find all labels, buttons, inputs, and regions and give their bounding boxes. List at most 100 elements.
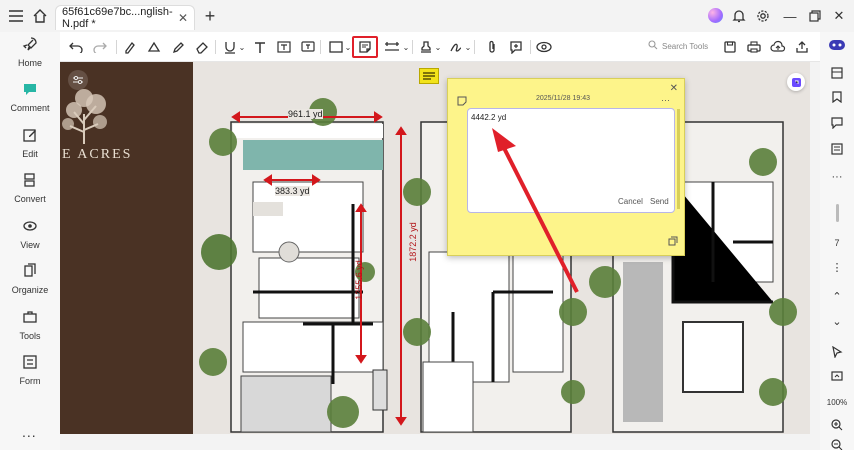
chevron-down-icon[interactable]: ⌄: [428, 37, 448, 57]
note-scrollbar[interactable]: [677, 109, 680, 209]
text-icon[interactable]: [250, 37, 270, 57]
sidebar-item-organize[interactable]: Organize: [0, 263, 60, 303]
gear-icon[interactable]: [753, 6, 773, 26]
form-fields-icon[interactable]: [826, 140, 848, 158]
zoom-level[interactable]: 100%: [826, 393, 848, 411]
form-icon: [22, 354, 38, 370]
zoom-level-value: 100%: [826, 397, 848, 407]
page-number: 7: [826, 234, 848, 252]
view-icon: [22, 218, 38, 234]
bell-icon[interactable]: [729, 6, 749, 26]
select-cursor-icon[interactable]: [826, 343, 848, 361]
expand-icon[interactable]: [668, 236, 678, 248]
sidebar-item-label: Organize: [11, 285, 49, 295]
sticky-note-marker[interactable]: [419, 68, 439, 84]
undo-icon[interactable]: [66, 37, 86, 57]
area-highlight-icon[interactable]: [144, 37, 164, 57]
toolbar-divider: [215, 40, 216, 54]
sidebar-item-label: Form: [19, 376, 41, 386]
more-panels-icon[interactable]: ···: [826, 168, 848, 186]
restore-icon[interactable]: [805, 6, 825, 26]
measurement-label[interactable]: 383.3 yd: [275, 186, 310, 196]
right-panel: ··· 7 ⋮ ⌃ ⌄ 100%: [820, 32, 854, 450]
toolbar-divider: [116, 40, 117, 54]
sidebar-item-edit[interactable]: Edit: [0, 127, 60, 167]
cloud-upload-icon[interactable]: [768, 37, 788, 57]
note-icon: [457, 93, 467, 111]
close-window-icon[interactable]: ✕: [829, 6, 849, 26]
send-button[interactable]: Send: [650, 197, 669, 206]
sidebar-item-view[interactable]: View: [0, 218, 60, 258]
chevron-down-icon[interactable]: ⌄: [826, 312, 848, 330]
callout-icon[interactable]: [298, 37, 318, 57]
convert-icon: [22, 172, 38, 188]
close-tab-icon[interactable]: ✕: [178, 11, 188, 25]
more-options-icon[interactable]: ...: [22, 424, 37, 440]
annotation-toolbar: ⌄ ⌄ ⌄ ⌄ ⌄ Search Tools: [60, 32, 820, 62]
brochure-title-text: E ACRES: [62, 147, 133, 162]
chevron-down-icon[interactable]: ⌄: [396, 37, 416, 57]
sidebar-item-label: Home: [17, 58, 42, 68]
new-tab-icon[interactable]: +: [200, 6, 220, 26]
fit-page-icon[interactable]: [826, 367, 848, 385]
measurement-label[interactable]: 1872.2 yd: [408, 222, 418, 262]
measurement-label[interactable]: 961.1 yd: [288, 109, 323, 119]
chevron-up-icon[interactable]: ⌃: [826, 287, 848, 305]
document-tab[interactable]: 65f61c69e7bc...nglish-N.pdf * ✕: [55, 5, 195, 30]
hamburger-menu-icon[interactable]: [6, 6, 26, 26]
chevron-down-icon[interactable]: ⌄: [232, 37, 252, 57]
textbox-icon[interactable]: [274, 37, 294, 57]
sidebar-item-home[interactable]: Home: [0, 36, 60, 76]
pencil-icon[interactable]: [168, 37, 188, 57]
eye-icon[interactable]: [534, 37, 554, 57]
save-icon[interactable]: [720, 37, 740, 57]
sidebar-item-label: Tools: [19, 331, 41, 341]
comments-panel-icon[interactable]: [826, 114, 848, 132]
share-icon[interactable]: [792, 37, 812, 57]
toolbar-divider: [320, 40, 321, 54]
measurement-label[interactable]: 1255.6 yd: [354, 260, 364, 300]
eraser-icon[interactable]: [192, 37, 212, 57]
home-icon[interactable]: [30, 6, 50, 26]
chevron-down-icon[interactable]: ⌄: [458, 37, 478, 57]
redo-icon[interactable]: [90, 37, 110, 57]
highlighter-icon[interactable]: [120, 37, 140, 57]
cancel-button[interactable]: Cancel: [618, 197, 643, 206]
sidebar-item-form[interactable]: Form: [0, 354, 60, 394]
left-sidebar: Home Comment Edit Convert View Organize: [0, 32, 60, 450]
tree-logo-image: [62, 89, 107, 144]
sidebar-item-label: Comment: [10, 103, 50, 113]
add-comment-icon[interactable]: [506, 37, 526, 57]
sidebar-item-label: Convert: [14, 194, 46, 204]
zoom-out-icon[interactable]: [826, 436, 848, 450]
vertical-scrollbar[interactable]: [826, 204, 848, 222]
ellipsis-icon[interactable]: ⋮: [826, 258, 848, 276]
sidebar-item-comment[interactable]: Comment: [0, 81, 60, 121]
organize-icon: [22, 263, 38, 279]
note-date: 2025/11/28 19:43: [536, 95, 590, 102]
more-icon[interactable]: ···: [661, 95, 670, 105]
sticky-note-icon[interactable]: [352, 36, 378, 58]
zoom-in-icon[interactable]: [826, 416, 848, 434]
sidebar-item-tools[interactable]: Tools: [0, 309, 60, 349]
toolbar-divider: [474, 40, 475, 54]
sidebar-item-label: Edit: [22, 149, 38, 159]
sidebar-item-convert[interactable]: Convert: [0, 172, 60, 212]
print-icon[interactable]: [744, 37, 764, 57]
ai-chat-icon[interactable]: [826, 36, 848, 54]
document-canvas[interactable]: E ACRES 961.1 yd 383.3 yd 1872.2 yd 1255…: [60, 62, 810, 434]
ai-assistant-icon[interactable]: [787, 73, 805, 91]
document-tab-title: 65f61c69e7bc...nglish-N.pdf *: [62, 6, 173, 30]
close-icon[interactable]: ✕: [670, 83, 678, 94]
attachment-icon[interactable]: [482, 37, 502, 57]
minimize-icon[interactable]: —: [780, 6, 800, 26]
tools-icon: [22, 309, 38, 325]
edit-icon: [22, 127, 38, 143]
note-header: 2025/11/28 19:43 ✕ ···: [448, 79, 684, 107]
search-tools-placeholder: Search Tools: [662, 41, 709, 51]
search-tools[interactable]: Search Tools: [648, 40, 708, 52]
bookmark-icon[interactable]: [826, 88, 848, 106]
avatar[interactable]: [708, 8, 723, 23]
search-icon: [648, 40, 658, 52]
thumbnail-panel-icon[interactable]: [826, 64, 848, 82]
